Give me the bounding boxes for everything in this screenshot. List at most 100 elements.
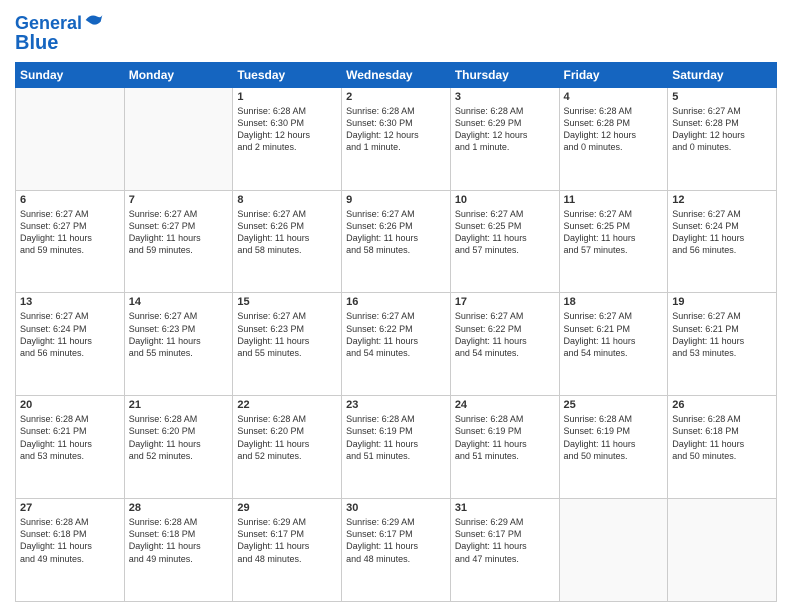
calendar-cell: 9 Sunrise: 6:27 AM Sunset: 6:26 PM Daylig… <box>342 190 451 293</box>
calendar-cell <box>559 499 668 602</box>
cell-content: Sunrise: 6:27 AM Sunset: 6:24 PM Dayligh… <box>672 208 772 257</box>
weekday-header-friday: Friday <box>559 62 668 87</box>
day-number: 29 <box>237 502 337 514</box>
cell-content: Sunrise: 6:28 AM Sunset: 6:30 PM Dayligh… <box>346 105 446 154</box>
day-number: 24 <box>455 399 555 411</box>
day-number: 5 <box>672 91 772 103</box>
day-number: 22 <box>237 399 337 411</box>
calendar-cell: 7 Sunrise: 6:27 AM Sunset: 6:27 PM Daylig… <box>124 190 233 293</box>
calendar-table: SundayMondayTuesdayWednesdayThursdayFrid… <box>15 62 777 602</box>
cell-content: Sunrise: 6:27 AM Sunset: 6:27 PM Dayligh… <box>20 208 120 257</box>
calendar-cell: 11 Sunrise: 6:27 AM Sunset: 6:25 PM Dayli… <box>559 190 668 293</box>
header: General Blue <box>15 10 777 54</box>
cell-content: Sunrise: 6:28 AM Sunset: 6:19 PM Dayligh… <box>455 413 555 462</box>
calendar-cell: 15 Sunrise: 6:27 AM Sunset: 6:23 PM Dayli… <box>233 293 342 396</box>
calendar-cell: 1 Sunrise: 6:28 AM Sunset: 6:30 PM Daylig… <box>233 87 342 190</box>
calendar-cell: 27 Sunrise: 6:28 AM Sunset: 6:18 PM Dayli… <box>16 499 125 602</box>
calendar-cell: 28 Sunrise: 6:28 AM Sunset: 6:18 PM Dayli… <box>124 499 233 602</box>
cell-content: Sunrise: 6:27 AM Sunset: 6:25 PM Dayligh… <box>455 208 555 257</box>
day-number: 12 <box>672 194 772 206</box>
day-number: 16 <box>346 296 446 308</box>
day-number: 15 <box>237 296 337 308</box>
cell-content: Sunrise: 6:27 AM Sunset: 6:28 PM Dayligh… <box>672 105 772 154</box>
cell-content: Sunrise: 6:27 AM Sunset: 6:22 PM Dayligh… <box>455 310 555 359</box>
cell-content: Sunrise: 6:27 AM Sunset: 6:22 PM Dayligh… <box>346 310 446 359</box>
week-row-3: 13 Sunrise: 6:27 AM Sunset: 6:24 PM Dayli… <box>16 293 777 396</box>
day-number: 11 <box>564 194 664 206</box>
cell-content: Sunrise: 6:28 AM Sunset: 6:21 PM Dayligh… <box>20 413 120 462</box>
calendar-cell: 31Sunrise: 6:29 AM Sunset: 6:17 PM Dayli… <box>450 499 559 602</box>
cell-content: Sunrise: 6:27 AM Sunset: 6:23 PM Dayligh… <box>129 310 229 359</box>
calendar-cell: 25Sunrise: 6:28 AM Sunset: 6:19 PM Dayli… <box>559 396 668 499</box>
cell-content: Sunrise: 6:27 AM Sunset: 6:27 PM Dayligh… <box>129 208 229 257</box>
cell-content: Sunrise: 6:28 AM Sunset: 6:18 PM Dayligh… <box>672 413 772 462</box>
calendar-cell: 2 Sunrise: 6:28 AM Sunset: 6:30 PM Daylig… <box>342 87 451 190</box>
day-number: 13 <box>20 296 120 308</box>
cell-content: Sunrise: 6:27 AM Sunset: 6:26 PM Dayligh… <box>346 208 446 257</box>
calendar-cell <box>124 87 233 190</box>
cell-content: Sunrise: 6:28 AM Sunset: 6:29 PM Dayligh… <box>455 105 555 154</box>
logo-blue: Blue <box>15 32 104 54</box>
day-number: 14 <box>129 296 229 308</box>
calendar-cell: 29 Sunrise: 6:29 AM Sunset: 6:17 PM Dayli… <box>233 499 342 602</box>
calendar-cell: 8 Sunrise: 6:27 AM Sunset: 6:26 PM Daylig… <box>233 190 342 293</box>
calendar-cell: 20 Sunrise: 6:28 AM Sunset: 6:21 PM Dayli… <box>16 396 125 499</box>
calendar-cell: 6 Sunrise: 6:27 AM Sunset: 6:27 PM Daylig… <box>16 190 125 293</box>
weekday-header-wednesday: Wednesday <box>342 62 451 87</box>
cell-content: Sunrise: 6:28 AM Sunset: 6:30 PM Dayligh… <box>237 105 337 154</box>
day-number: 27 <box>20 502 120 514</box>
cell-content: Sunrise: 6:27 AM Sunset: 6:21 PM Dayligh… <box>672 310 772 359</box>
day-number: 26 <box>672 399 772 411</box>
day-number: 3 <box>455 91 555 103</box>
week-row-1: 1 Sunrise: 6:28 AM Sunset: 6:30 PM Daylig… <box>16 87 777 190</box>
week-row-5: 27 Sunrise: 6:28 AM Sunset: 6:18 PM Dayli… <box>16 499 777 602</box>
cell-content: Sunrise: 6:28 AM Sunset: 6:28 PM Dayligh… <box>564 105 664 154</box>
weekday-header-thursday: Thursday <box>450 62 559 87</box>
logo: General Blue <box>15 14 104 54</box>
calendar-cell: 26 Sunrise: 6:28 AM Sunset: 6:18 PM Dayli… <box>668 396 777 499</box>
cell-content: Sunrise: 6:28 AM Sunset: 6:18 PM Dayligh… <box>20 516 120 565</box>
day-number: 25 <box>564 399 664 411</box>
day-number: 2 <box>346 91 446 103</box>
weekday-header-tuesday: Tuesday <box>233 62 342 87</box>
day-number: 1 <box>237 91 337 103</box>
day-number: 21 <box>129 399 229 411</box>
cell-content: Sunrise: 6:28 AM Sunset: 6:20 PM Dayligh… <box>237 413 337 462</box>
day-number: 7 <box>129 194 229 206</box>
day-number: 30 <box>346 502 446 514</box>
calendar-cell: 13 Sunrise: 6:27 AM Sunset: 6:24 PM Dayli… <box>16 293 125 396</box>
cell-content: Sunrise: 6:27 AM Sunset: 6:23 PM Dayligh… <box>237 310 337 359</box>
calendar-cell: 4 Sunrise: 6:28 AM Sunset: 6:28 PM Daylig… <box>559 87 668 190</box>
day-number: 28 <box>129 502 229 514</box>
cell-content: Sunrise: 6:27 AM Sunset: 6:26 PM Dayligh… <box>237 208 337 257</box>
day-number: 8 <box>237 194 337 206</box>
cell-content: Sunrise: 6:27 AM Sunset: 6:25 PM Dayligh… <box>564 208 664 257</box>
cell-content: Sunrise: 6:28 AM Sunset: 6:20 PM Dayligh… <box>129 413 229 462</box>
day-number: 6 <box>20 194 120 206</box>
calendar-cell <box>16 87 125 190</box>
calendar-cell: 3 Sunrise: 6:28 AM Sunset: 6:29 PM Daylig… <box>450 87 559 190</box>
day-number: 20 <box>20 399 120 411</box>
day-number: 17 <box>455 296 555 308</box>
week-row-4: 20 Sunrise: 6:28 AM Sunset: 6:21 PM Dayli… <box>16 396 777 499</box>
calendar-cell: 30Sunrise: 6:29 AM Sunset: 6:17 PM Dayli… <box>342 499 451 602</box>
day-number: 4 <box>564 91 664 103</box>
day-number: 9 <box>346 194 446 206</box>
cell-content: Sunrise: 6:29 AM Sunset: 6:17 PM Dayligh… <box>455 516 555 565</box>
calendar-cell: 12 Sunrise: 6:27 AM Sunset: 6:24 PM Dayli… <box>668 190 777 293</box>
cell-content: Sunrise: 6:28 AM Sunset: 6:18 PM Dayligh… <box>129 516 229 565</box>
cell-content: Sunrise: 6:27 AM Sunset: 6:24 PM Dayligh… <box>20 310 120 359</box>
calendar-cell: 21 Sunrise: 6:28 AM Sunset: 6:20 PM Dayli… <box>124 396 233 499</box>
calendar-cell: 17 Sunrise: 6:27 AM Sunset: 6:22 PM Dayli… <box>450 293 559 396</box>
calendar-page: General Blue SundayMondayTuesdayWednesda… <box>0 0 792 612</box>
calendar-cell: 22 Sunrise: 6:28 AM Sunset: 6:20 PM Dayli… <box>233 396 342 499</box>
week-row-2: 6 Sunrise: 6:27 AM Sunset: 6:27 PM Daylig… <box>16 190 777 293</box>
cell-content: Sunrise: 6:29 AM Sunset: 6:17 PM Dayligh… <box>237 516 337 565</box>
cell-content: Sunrise: 6:27 AM Sunset: 6:21 PM Dayligh… <box>564 310 664 359</box>
calendar-cell: 18Sunrise: 6:27 AM Sunset: 6:21 PM Dayli… <box>559 293 668 396</box>
calendar-cell: 10 Sunrise: 6:27 AM Sunset: 6:25 PM Dayli… <box>450 190 559 293</box>
day-number: 10 <box>455 194 555 206</box>
logo-icon <box>84 10 104 30</box>
weekday-header-sunday: Sunday <box>16 62 125 87</box>
weekday-header-monday: Monday <box>124 62 233 87</box>
